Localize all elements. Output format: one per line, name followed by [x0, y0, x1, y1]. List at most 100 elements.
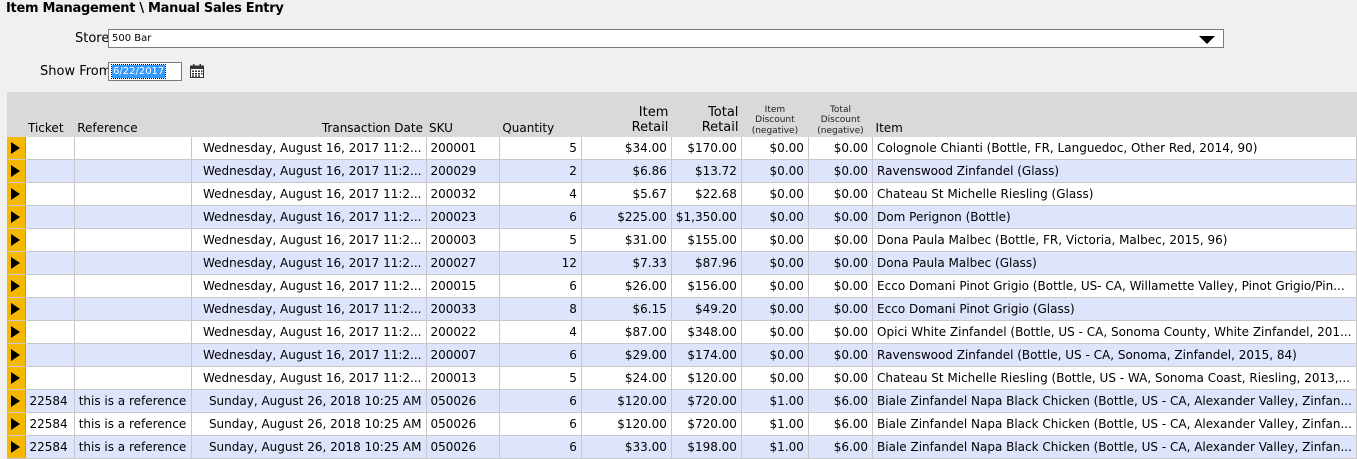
- table-row[interactable]: Wednesday, August 16, 2017 11:2... 200001…: [7, 137, 1357, 160]
- row-total-discount[interactable]: $0.00: [808, 228, 874, 252]
- row-selector[interactable]: [7, 320, 26, 344]
- col-transaction-date[interactable]: Transaction Date: [191, 92, 426, 137]
- row-item-discount[interactable]: $0.00: [741, 297, 809, 321]
- row-total-retail[interactable]: $13.72: [671, 159, 742, 183]
- row-selector[interactable]: [7, 205, 26, 229]
- row-quantity[interactable]: 12: [499, 251, 582, 275]
- row-transaction-date[interactable]: Wednesday, August 16, 2017 11:2...: [191, 343, 427, 367]
- row-total-discount[interactable]: $0.00: [808, 343, 874, 367]
- row-item[interactable]: Biale Zinfandel Napa Black Chicken (Bott…: [872, 435, 1357, 459]
- table-row[interactable]: Wednesday, August 16, 2017 11:2... 200007…: [7, 343, 1357, 367]
- row-total-retail[interactable]: $87.96: [671, 251, 742, 275]
- table-row[interactable]: 22584 this is a reference Sunday, August 2…: [7, 412, 1357, 436]
- row-total-discount[interactable]: $0.00: [808, 320, 874, 344]
- table-row[interactable]: Wednesday, August 16, 2017 11:2... 200015…: [7, 274, 1357, 298]
- row-transaction-date[interactable]: Wednesday, August 16, 2017 11:2...: [191, 228, 427, 252]
- row-total-discount[interactable]: $0.00: [808, 137, 874, 160]
- row-ticket[interactable]: [25, 205, 75, 229]
- row-transaction-date[interactable]: Wednesday, August 16, 2017 11:2...: [191, 251, 427, 275]
- row-sku[interactable]: 200032: [426, 182, 500, 206]
- table-row[interactable]: Wednesday, August 16, 2017 11:2... 200023…: [7, 205, 1357, 229]
- show-from-date-input[interactable]: 6/22/2017: [108, 62, 182, 81]
- row-ticket[interactable]: [25, 320, 75, 344]
- row-total-retail[interactable]: $1,350.00: [671, 205, 742, 229]
- table-row[interactable]: 22584 this is a reference Sunday, August 2…: [7, 435, 1357, 459]
- row-reference[interactable]: [74, 343, 193, 367]
- row-item-retail[interactable]: $31.00: [581, 228, 672, 252]
- row-item-retail[interactable]: $87.00: [581, 320, 672, 344]
- row-total-discount[interactable]: $6.00: [808, 412, 874, 436]
- row-item-discount[interactable]: $1.00: [741, 389, 809, 413]
- row-sku[interactable]: 050026: [426, 435, 500, 459]
- row-ticket[interactable]: 22584: [25, 389, 75, 413]
- row-item-discount[interactable]: $0.00: [741, 343, 809, 367]
- row-total-retail[interactable]: $720.00: [671, 389, 742, 413]
- row-ticket[interactable]: [25, 159, 75, 183]
- row-item[interactable]: Dom Perignon (Bottle): [872, 205, 1357, 229]
- row-total-retail[interactable]: $170.00: [671, 137, 742, 160]
- row-selector[interactable]: [7, 389, 26, 413]
- store-select[interactable]: 500 Bar: [108, 29, 1224, 48]
- col-item[interactable]: Item: [872, 92, 1357, 137]
- row-selector[interactable]: [7, 137, 26, 160]
- row-total-discount[interactable]: $0.00: [808, 297, 874, 321]
- row-reference[interactable]: [74, 137, 193, 160]
- row-transaction-date[interactable]: Wednesday, August 16, 2017 11:2...: [191, 205, 427, 229]
- table-row[interactable]: Wednesday, August 16, 2017 11:2... 200003…: [7, 228, 1357, 252]
- table-row[interactable]: Wednesday, August 16, 2017 11:2... 200013…: [7, 366, 1357, 390]
- row-reference[interactable]: [74, 320, 193, 344]
- row-transaction-date[interactable]: Wednesday, August 16, 2017 11:2...: [191, 297, 427, 321]
- row-quantity[interactable]: 6: [499, 205, 582, 229]
- row-total-retail[interactable]: $348.00: [671, 320, 742, 344]
- row-quantity[interactable]: 4: [499, 182, 582, 206]
- row-quantity[interactable]: 5: [499, 366, 582, 390]
- row-item-retail[interactable]: $33.00: [581, 435, 672, 459]
- row-item-discount[interactable]: $0.00: [741, 366, 809, 390]
- row-item[interactable]: Biale Zinfandel Napa Black Chicken (Bott…: [872, 412, 1357, 436]
- row-item-discount[interactable]: $0.00: [741, 182, 809, 206]
- row-total-retail[interactable]: $174.00: [671, 343, 742, 367]
- row-item[interactable]: Colognole Chianti (Bottle, FR, Languedoc…: [872, 137, 1357, 160]
- row-item[interactable]: Biale Zinfandel Napa Black Chicken (Bott…: [872, 389, 1357, 413]
- row-item-retail[interactable]: $5.67: [581, 182, 672, 206]
- table-row[interactable]: 22584 this is a reference Sunday, August 2…: [7, 389, 1357, 413]
- row-transaction-date[interactable]: Wednesday, August 16, 2017 11:2...: [191, 137, 427, 160]
- col-quantity[interactable]: Quantity: [499, 92, 582, 137]
- row-transaction-date[interactable]: Wednesday, August 16, 2017 11:2...: [191, 320, 427, 344]
- row-total-retail[interactable]: $156.00: [671, 274, 742, 298]
- row-item[interactable]: Ecco Domani Pinot Grigio (Glass): [872, 297, 1357, 321]
- row-selector[interactable]: [7, 274, 26, 298]
- row-item[interactable]: Chateau St Michelle Riesling (Bottle, US…: [872, 366, 1357, 390]
- row-item-retail[interactable]: $6.86: [581, 159, 672, 183]
- col-ticket[interactable]: Ticket: [25, 92, 75, 137]
- row-ticket[interactable]: [25, 251, 75, 275]
- row-total-discount[interactable]: $0.00: [808, 274, 874, 298]
- row-quantity[interactable]: 6: [499, 412, 582, 436]
- row-selector[interactable]: [7, 182, 26, 206]
- row-transaction-date[interactable]: Wednesday, August 16, 2017 11:2...: [191, 274, 427, 298]
- row-item[interactable]: Ecco Domani Pinot Grigio (Bottle, US- CA…: [872, 274, 1357, 298]
- row-ticket[interactable]: [25, 343, 75, 367]
- col-total-retail[interactable]: Total Retail: [671, 92, 742, 137]
- row-item-retail[interactable]: $6.15: [581, 297, 672, 321]
- row-ticket[interactable]: [25, 137, 75, 160]
- row-sku[interactable]: 200033: [426, 297, 500, 321]
- row-item-discount[interactable]: $0.00: [741, 205, 809, 229]
- row-total-discount[interactable]: $0.00: [808, 182, 874, 206]
- row-reference[interactable]: [74, 228, 193, 252]
- row-sku[interactable]: 200029: [426, 159, 500, 183]
- row-reference[interactable]: [74, 205, 193, 229]
- row-sku[interactable]: 200023: [426, 205, 500, 229]
- row-item-discount[interactable]: $0.00: [741, 251, 809, 275]
- row-sku[interactable]: 200013: [426, 366, 500, 390]
- row-item-retail[interactable]: $225.00: [581, 205, 672, 229]
- row-transaction-date[interactable]: Wednesday, August 16, 2017 11:2...: [191, 159, 427, 183]
- row-sku[interactable]: 200007: [426, 343, 500, 367]
- row-quantity[interactable]: 4: [499, 320, 582, 344]
- row-selector[interactable]: [7, 251, 26, 275]
- row-reference[interactable]: [74, 366, 193, 390]
- row-ticket[interactable]: [25, 228, 75, 252]
- row-total-discount[interactable]: $0.00: [808, 159, 874, 183]
- row-item-retail[interactable]: $120.00: [581, 412, 672, 436]
- row-reference[interactable]: [74, 182, 193, 206]
